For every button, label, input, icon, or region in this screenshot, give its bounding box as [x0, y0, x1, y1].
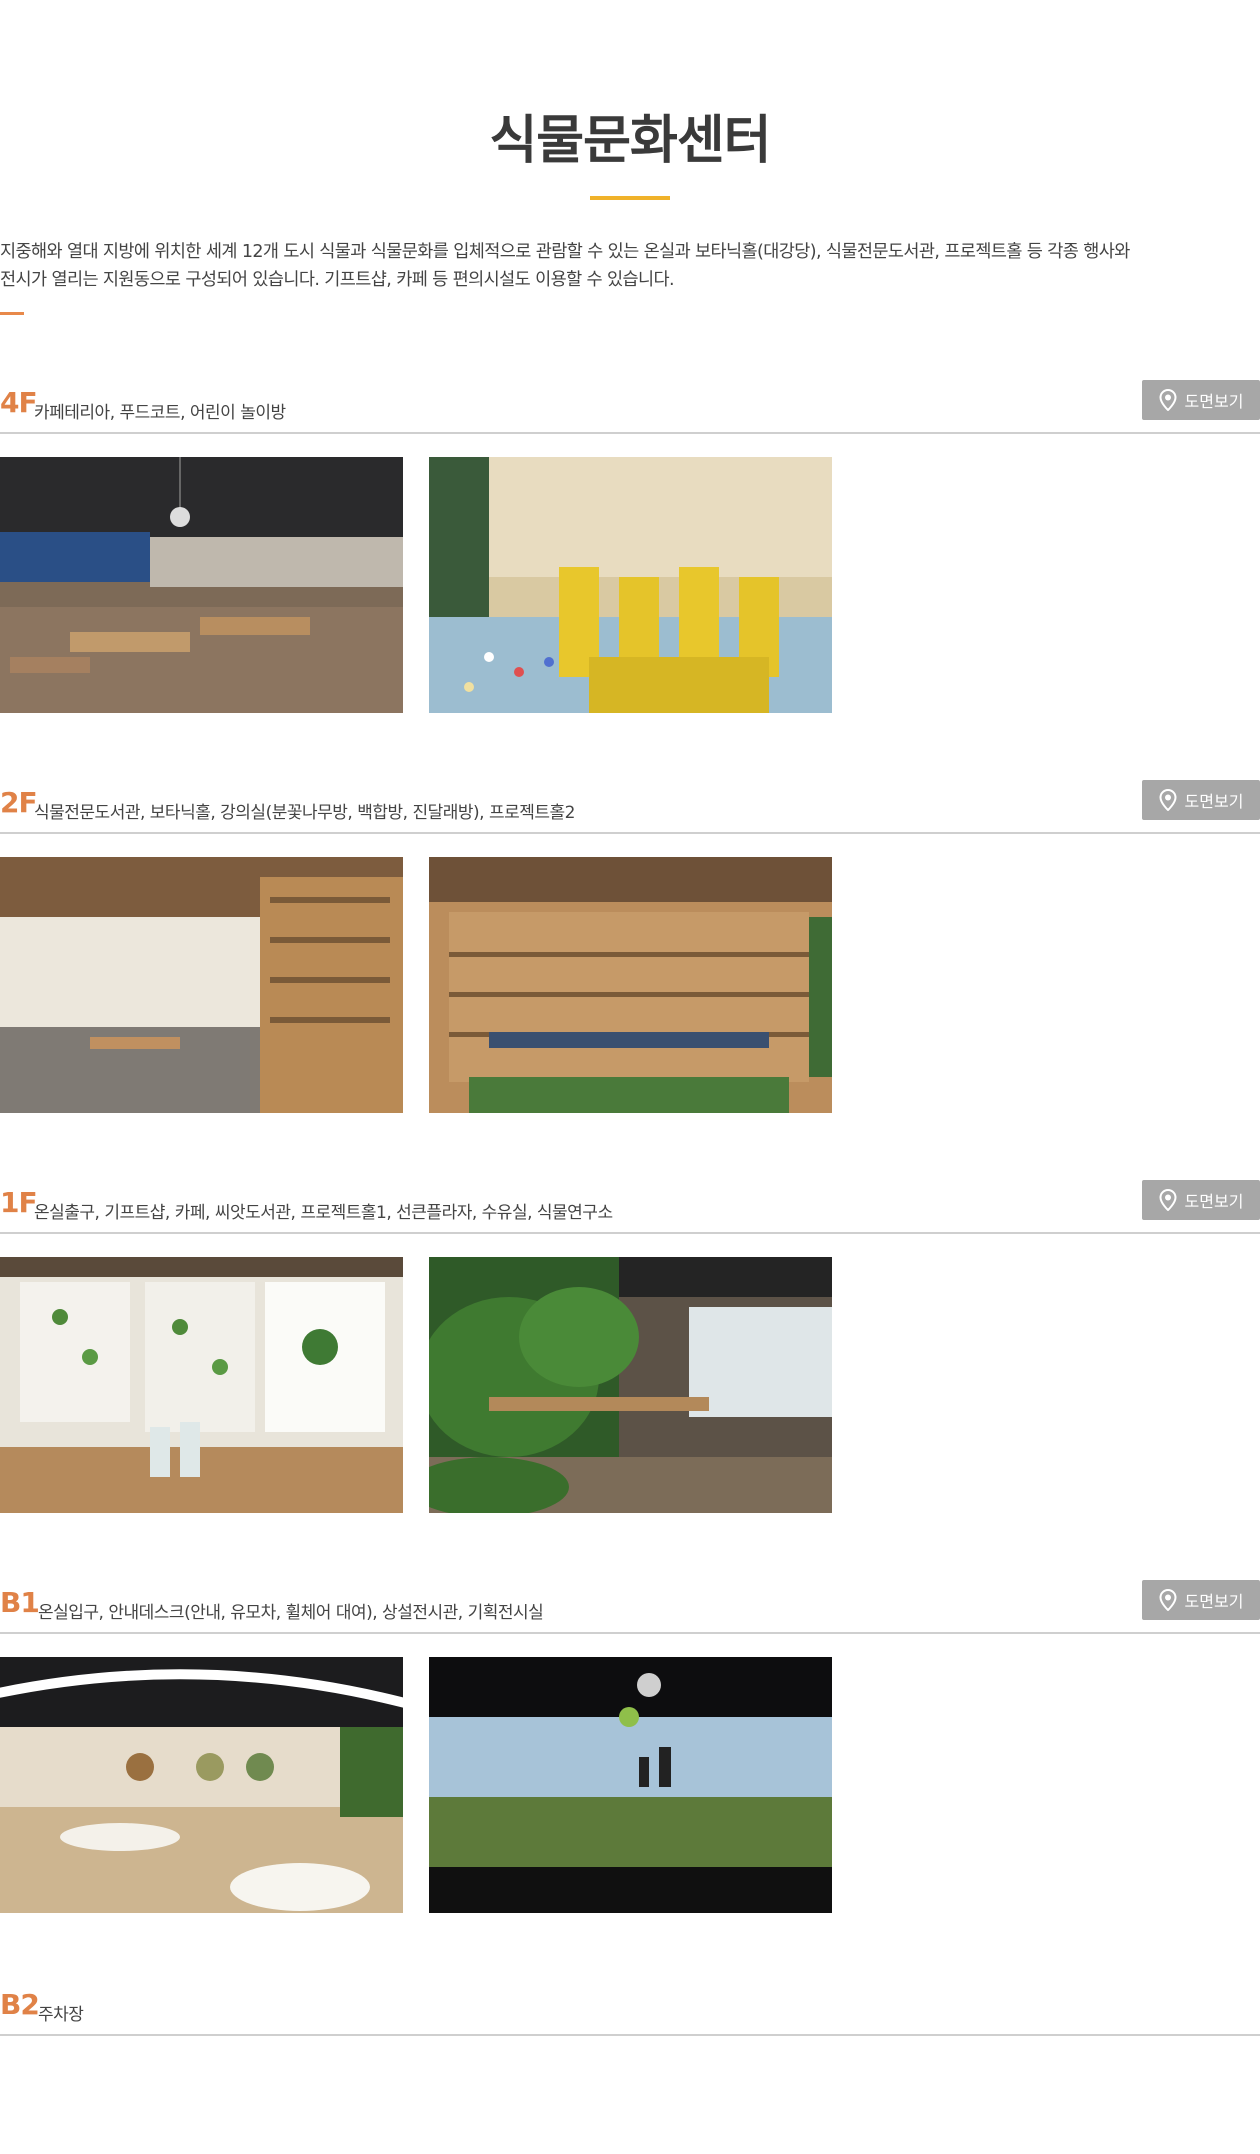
floor-section-4f: 4F 카페테리아, 푸드코트, 어린이 놀이방 도면보기: [0, 372, 1260, 713]
floor-description: 온실입구, 안내데스크(안내, 유모차, 휠체어 대여), 상설전시관, 기획전…: [38, 1603, 544, 1623]
floor-plan-button-1f[interactable]: 도면보기: [1142, 1180, 1260, 1220]
floor-header: 1F 온실출구, 기프트샵, 카페, 씨앗도서관, 프로젝트홀1, 선큰플라자,…: [0, 1172, 1260, 1234]
floor-plan-button-label: 도면보기: [1184, 1192, 1244, 1211]
map-pin-icon: [1159, 1189, 1177, 1211]
floor-code: B1: [0, 1586, 40, 1619]
floor-description: 주차장: [38, 2005, 84, 2025]
map-pin-icon: [1159, 1589, 1177, 1611]
cafeteria-photo: [0, 457, 403, 713]
photo-row: [0, 457, 1260, 713]
floor-header: 2F 식물전문도서관, 보타닉홀, 강의실(분꽃나무방, 백합방, 진달래방),…: [0, 772, 1260, 834]
floor-code: B2: [0, 1988, 40, 2021]
floor-code: 2F: [0, 786, 38, 819]
floor-plan-button-label: 도면보기: [1184, 392, 1244, 411]
gift-shop-photo: [0, 1257, 403, 1513]
photo-row: [0, 1257, 1260, 1513]
photo-row: [0, 1657, 1260, 1913]
intro-accent-bar: [0, 312, 24, 315]
floor-plan-button-label: 도면보기: [1184, 1592, 1244, 1611]
kids-playroom-photo: [429, 457, 832, 713]
floor-plan-button-2f[interactable]: 도면보기: [1142, 780, 1260, 820]
exhibition-hall-photo: [0, 1657, 403, 1913]
photo-row: [0, 857, 1260, 1113]
intro-line-1: 지중해와 열대 지방에 위치한 세계 12개 도시 식물과 식물문화를 입체적으…: [0, 242, 1130, 262]
library-photo-1: [0, 857, 403, 1113]
floor-section-b2: B2 주차장: [0, 1974, 1260, 2036]
floor-header: B2 주차장: [0, 1974, 1260, 2036]
floor-section-2f: 2F 식물전문도서관, 보타닉홀, 강의실(분꽃나무방, 백합방, 진달래방),…: [0, 772, 1260, 1113]
floor-description: 식물전문도서관, 보타닉홀, 강의실(분꽃나무방, 백합방, 진달래방), 프로…: [34, 803, 575, 823]
intro-text: 지중해와 열대 지방에 위치한 세계 12개 도시 식물과 식물문화를 입체적으…: [0, 238, 1260, 294]
cafe-photo: [429, 1257, 832, 1513]
library-photo-2: [429, 857, 832, 1113]
floor-section-b1: B1 온실입구, 안내데스크(안내, 유모차, 휠체어 대여), 상설전시관, …: [0, 1572, 1260, 1913]
map-pin-icon: [1159, 789, 1177, 811]
map-pin-icon: [1159, 389, 1177, 411]
floor-plan-button-4f[interactable]: 도면보기: [1142, 380, 1260, 420]
floor-code: 1F: [0, 1186, 38, 1219]
media-exhibit-photo: [429, 1657, 832, 1913]
floor-plan-button-label: 도면보기: [1184, 792, 1244, 811]
floor-description: 카페테리아, 푸드코트, 어린이 놀이방: [34, 403, 286, 423]
title-underline: [590, 196, 670, 200]
floor-header: 4F 카페테리아, 푸드코트, 어린이 놀이방 도면보기: [0, 372, 1260, 434]
floor-section-1f: 1F 온실출구, 기프트샵, 카페, 씨앗도서관, 프로젝트홀1, 선큰플라자,…: [0, 1172, 1260, 1513]
floor-description: 온실출구, 기프트샵, 카페, 씨앗도서관, 프로젝트홀1, 선큰플라자, 수유…: [34, 1203, 613, 1223]
floor-code: 4F: [0, 386, 38, 419]
floor-header: B1 온실입구, 안내데스크(안내, 유모차, 휠체어 대여), 상설전시관, …: [0, 1572, 1260, 1634]
page-title: 식물문화센터: [489, 111, 771, 171]
floor-plan-button-b1[interactable]: 도면보기: [1142, 1580, 1260, 1620]
intro-line-2: 전시가 열리는 지원동으로 구성되어 있습니다. 기프트샵, 카페 등 편의시설…: [0, 270, 675, 290]
